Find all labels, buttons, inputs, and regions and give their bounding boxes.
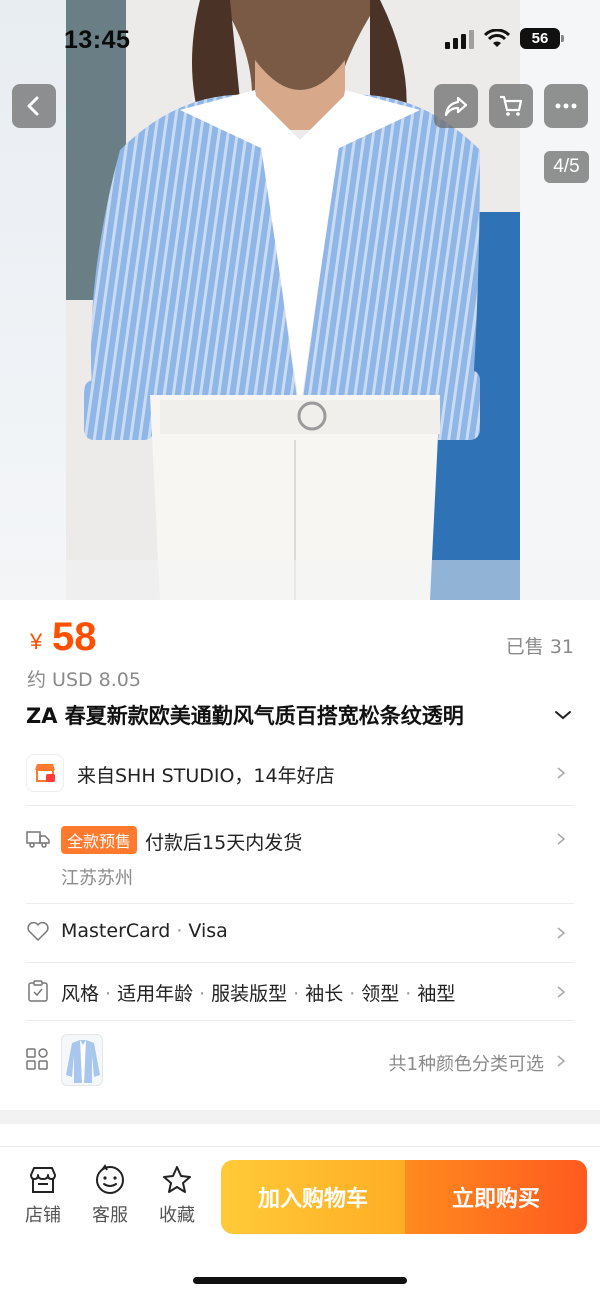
- service-tab-label: 客服: [92, 1205, 128, 1226]
- cart-icon: [500, 95, 523, 116]
- divider: [26, 962, 574, 963]
- sold-count: 已售 31: [505, 636, 574, 658]
- payment-methods: MasterCard · Visa: [61, 920, 228, 942]
- shipping-text: 付款后15天内发货: [145, 832, 303, 854]
- buy-now-button[interactable]: 立即购买: [405, 1160, 587, 1234]
- gallery-page-indicator: 4/5: [544, 151, 589, 183]
- store-icon: [26, 754, 64, 792]
- color-options-row[interactable]: 共1种颜色分类可选: [26, 1034, 574, 1088]
- divider: [26, 903, 574, 904]
- back-button[interactable]: [12, 84, 56, 128]
- grid-icon: [26, 1048, 48, 1070]
- star-icon: [163, 1166, 191, 1193]
- product-image-gallery[interactable]: 13:45 56 4/5: [0, 0, 600, 600]
- product-title: ZA 春夏新款欧美通勤风气质百搭宽松条纹透明: [26, 704, 464, 728]
- ship-origin: 江苏苏州: [61, 868, 133, 889]
- payment-row[interactable]: MasterCard · Visa: [26, 918, 574, 948]
- cart-button[interactable]: [489, 84, 533, 128]
- status-time: 13:45: [64, 26, 131, 54]
- more-icon: [555, 103, 577, 109]
- add-to-cart-button[interactable]: 加入购物车: [221, 1160, 405, 1234]
- color-thumbnail[interactable]: [61, 1034, 103, 1086]
- params-row[interactable]: 风格 · 适用年龄 · 服装版型 · 袖长 · 领型 · 袖型: [26, 977, 574, 1007]
- price-row: ¥ 58 已售 31: [28, 615, 574, 663]
- param-fit: 服装版型: [211, 983, 288, 1005]
- favorite-tab-label: 收藏: [159, 1205, 195, 1226]
- truck-icon: [26, 831, 50, 848]
- share-icon: [444, 96, 468, 117]
- section-separator: [0, 1110, 600, 1124]
- bottom-action-bar: 店铺 客服 收藏 加入购物车 立即购买: [0, 1146, 600, 1297]
- store-tab[interactable]: 店铺: [17, 1163, 69, 1227]
- divider: [26, 805, 574, 806]
- param-collar: 领型: [361, 983, 400, 1005]
- payment-visa: Visa: [188, 920, 228, 942]
- favorite-tab[interactable]: 收藏: [151, 1163, 203, 1227]
- param-sleeve-length: 袖长: [305, 983, 344, 1005]
- status-bar: 13:45 56: [0, 0, 600, 80]
- back-icon: [27, 96, 39, 116]
- wifi-icon: [484, 28, 510, 47]
- product-title-row[interactable]: ZA 春夏新款欧美通勤风气质百搭宽松条纹透明: [26, 700, 574, 732]
- payment-mastercard: MasterCard: [61, 920, 171, 942]
- param-sleeve-type: 袖型: [417, 983, 456, 1005]
- customer-service-tab[interactable]: 客服: [84, 1163, 136, 1227]
- heart-icon: [27, 921, 49, 941]
- price-value: 58: [52, 615, 97, 659]
- currency-symbol: ¥: [30, 629, 43, 654]
- presale-badge: 全款预售: [61, 826, 138, 854]
- share-button[interactable]: [434, 84, 478, 128]
- more-button[interactable]: [544, 84, 588, 128]
- chevron-right-icon: [557, 986, 566, 998]
- home-indicator: [193, 1277, 407, 1284]
- shipping-info: 全款预售 付款后15天内发货: [61, 826, 302, 855]
- clipboard-icon: [28, 980, 48, 1002]
- divider: [26, 1020, 574, 1021]
- shipping-row[interactable]: 全款预售 付款后15天内发货 江苏苏州: [26, 824, 574, 890]
- color-count: 共1种颜色分类可选: [388, 1054, 544, 1075]
- param-style: 风格: [61, 983, 100, 1005]
- param-age: 适用年龄: [117, 983, 194, 1005]
- store-tab-label: 店铺: [25, 1205, 61, 1226]
- store-name: 来自SHH STUDIO，14年好店: [77, 765, 335, 787]
- chevron-right-icon: [557, 1055, 566, 1067]
- signal-icon: [445, 29, 474, 49]
- chevron-right-icon: [557, 767, 566, 779]
- usd-price: 约 USD 8.05: [27, 669, 141, 691]
- chevron-right-icon: [557, 927, 566, 939]
- service-icon: [96, 1164, 124, 1194]
- chevron-right-icon: [557, 833, 566, 845]
- store-row[interactable]: 来自SHH STUDIO，14年好店: [26, 754, 574, 794]
- battery-icon: 56: [520, 28, 564, 49]
- product-params: 风格 · 适用年龄 · 服装版型 · 袖长 · 领型 · 袖型: [61, 983, 456, 1005]
- shop-icon: [30, 1167, 56, 1193]
- chevron-down-icon[interactable]: [552, 704, 574, 726]
